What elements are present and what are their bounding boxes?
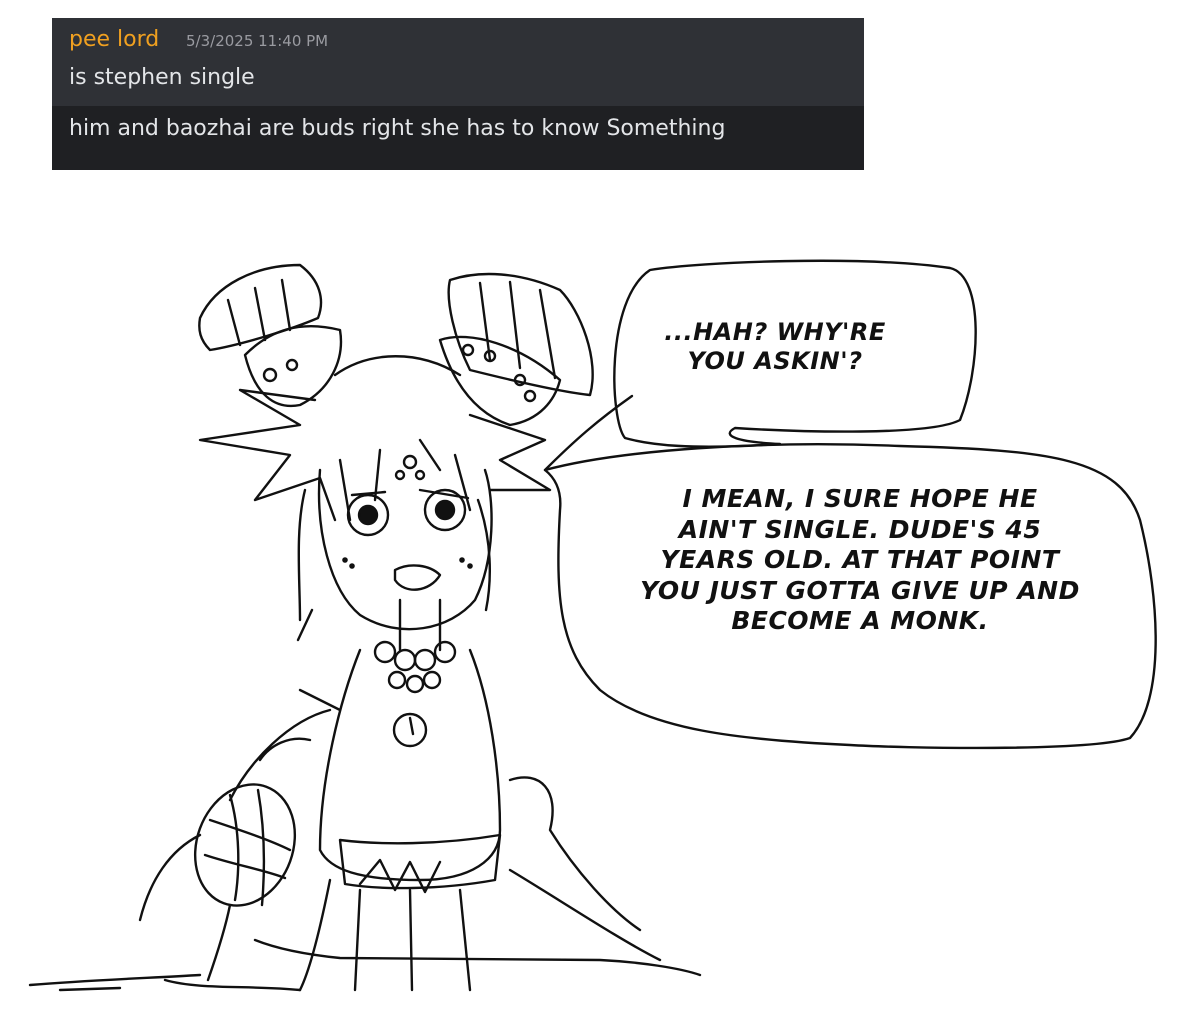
message-text-2: him and baozhai are buds right she has t… bbox=[69, 116, 726, 141]
eyes bbox=[346, 488, 470, 537]
chat-message-row bbox=[52, 18, 864, 106]
message-username[interactable]: pee lord bbox=[69, 27, 159, 52]
necklace bbox=[373, 640, 457, 694]
message-text-1: is stephen single bbox=[69, 65, 255, 90]
speech-text-2: I MEAN, I SURE HOPE HE AIN'T SINGLE. DUD… bbox=[640, 484, 1080, 635]
chat-message-card: pee lord 5/3/2025 11:40 PM is stephen si… bbox=[52, 18, 864, 170]
message-timestamp: 5/3/2025 11:40 PM bbox=[186, 32, 329, 50]
mirror-fan bbox=[193, 783, 297, 982]
headdress-left bbox=[198, 263, 343, 408]
speech-text-1: ...HAH? WHY'RE YOU ASKIN'? bbox=[664, 318, 886, 376]
headdress-right bbox=[438, 272, 594, 427]
mouth bbox=[393, 564, 442, 591]
robe bbox=[318, 648, 502, 882]
